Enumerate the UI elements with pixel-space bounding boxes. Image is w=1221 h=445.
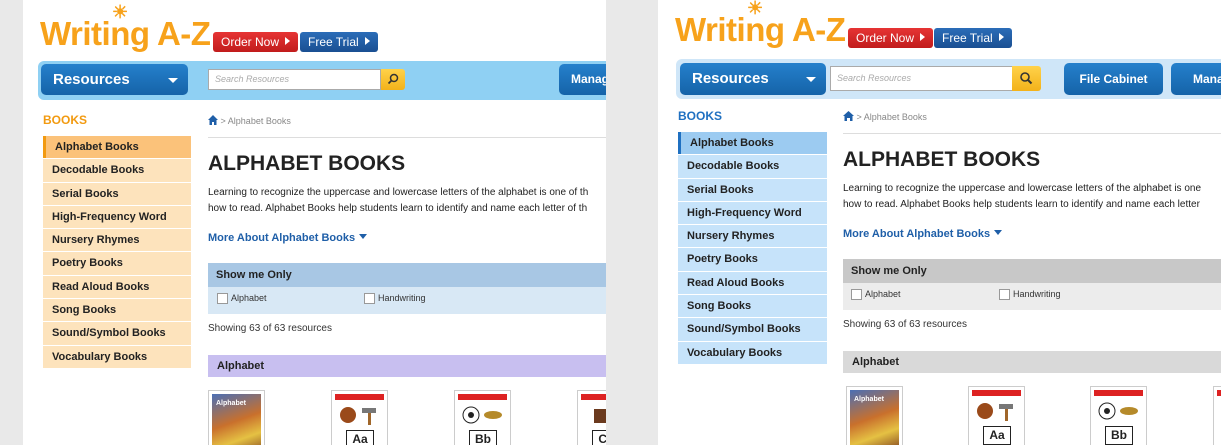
order-now-button[interactable]: Order Now — [213, 32, 299, 52]
book-art — [973, 399, 1020, 421]
checkbox-icon — [217, 293, 228, 304]
page-title: ALPHABET BOOKS — [843, 148, 1041, 171]
book-cover: Alphabet — [850, 390, 899, 445]
chevron-down-icon — [168, 78, 178, 83]
sidebar-item-song-books[interactable]: Song Books — [678, 295, 827, 318]
chevron-right-icon — [285, 37, 291, 45]
sidebar-item-vocabulary-books[interactable]: Vocabulary Books — [678, 341, 827, 364]
sidebar-heading: BOOKS — [43, 113, 88, 127]
book-art — [336, 403, 383, 425]
panel-right: ☀ Writing A-Z Order Now Free Trial Resou… — [658, 0, 1221, 445]
search-button[interactable] — [381, 69, 405, 90]
free-trial-button[interactable]: Free Trial — [300, 32, 378, 52]
free-trial-button[interactable]: Free Trial — [934, 28, 1012, 48]
sidebar-item-high-frequency-word[interactable]: High-Frequency Word — [678, 201, 827, 225]
sidebar-item-nursery-rhymes[interactable]: Nursery Rhymes — [678, 225, 827, 248]
sidebar-item-alphabet-books[interactable]: Alphabet Books — [678, 132, 827, 155]
filter-header: Show me Only — [208, 263, 606, 287]
sidebar-item-read-aloud-books[interactable]: Read Aloud Books — [43, 275, 191, 299]
sidebar: Alphabet Books Decodable Books Serial Book… — [678, 132, 827, 365]
panel-left: ☀ Writing A-Z Order Now Free Trial Resou… — [23, 0, 606, 445]
sun-icon: ☀ — [112, 2, 128, 22]
divider — [843, 133, 1221, 134]
breadcrumb-current[interactable]: Alphabet Books — [864, 112, 927, 122]
sidebar-item-nursery-rhymes[interactable]: Nursery Rhymes — [43, 229, 191, 252]
filter-header: Show me Only — [843, 259, 1221, 283]
filter-body: Alphabet Handwriting — [208, 287, 606, 314]
description: Learning to recognize the uppercase and … — [843, 183, 1202, 210]
sidebar-item-sound-symbol-books[interactable]: Sound/Symbol Books — [678, 318, 827, 341]
handwriting-checkbox[interactable]: Handwriting — [999, 289, 1061, 300]
book-card[interactable]: Bb — [454, 390, 511, 445]
book-art — [1095, 399, 1142, 421]
checkbox-icon — [364, 293, 375, 304]
chevron-down-icon — [806, 77, 816, 82]
sidebar-item-alphabet-books[interactable]: Alphabet Books — [43, 136, 191, 159]
sidebar-item-poetry-books[interactable]: Poetry Books — [678, 248, 827, 271]
book-cover: Alphabet — [212, 394, 261, 445]
sidebar-item-song-books[interactable]: Song Books — [43, 299, 191, 322]
search-input[interactable]: Search Resources — [830, 66, 1013, 91]
sidebar-item-sound-symbol-books[interactable]: Sound/Symbol Books — [43, 322, 191, 345]
alphabet-checkbox[interactable]: Alphabet — [851, 289, 901, 300]
chevron-right-icon — [998, 33, 1004, 41]
breadcrumb: > Alphabet Books — [208, 115, 291, 126]
caret-down-icon — [359, 234, 368, 239]
home-icon[interactable] — [208, 115, 218, 125]
page-title: ALPHABET BOOKS — [208, 152, 406, 175]
book-art — [459, 403, 506, 425]
section-header: Alphabet — [843, 351, 1221, 373]
section-header: Alphabet — [208, 355, 606, 377]
checkbox-icon — [999, 289, 1010, 300]
sidebar-item-poetry-books[interactable]: Poetry Books — [43, 252, 191, 275]
more-about-link[interactable]: More About Alphabet Books — [208, 232, 368, 244]
filter-body: Alphabet Handwriting — [843, 283, 1221, 310]
sidebar-item-vocabulary-books[interactable]: Vocabulary Books — [43, 345, 191, 368]
results-count: Showing 63 of 63 resources — [208, 323, 332, 334]
sidebar-item-serial-books[interactable]: Serial Books — [678, 178, 827, 201]
alphabet-checkbox[interactable]: Alphabet — [217, 293, 267, 304]
home-icon[interactable] — [843, 111, 854, 121]
resources-dropdown[interactable]: Resources — [680, 63, 826, 95]
search-input[interactable]: Search Resources — [208, 69, 381, 90]
sun-icon: ☀ — [747, 0, 763, 18]
manage-button[interactable]: Mana — [1171, 63, 1221, 95]
breadcrumb-current[interactable]: Alphabet Books — [228, 116, 291, 126]
file-cabinet-button[interactable]: File Cabinet — [1064, 63, 1163, 95]
search-button[interactable] — [1012, 66, 1041, 91]
book-art — [582, 403, 606, 425]
sidebar: Alphabet Books Decodable Books Serial Book… — [43, 136, 191, 369]
order-now-button[interactable]: Order Now — [848, 28, 934, 48]
breadcrumb: > Alphabet Books — [843, 111, 927, 122]
handwriting-checkbox[interactable]: Handwriting — [364, 293, 426, 304]
sidebar-item-high-frequency-word[interactable]: High-Frequency Word — [43, 205, 191, 229]
sidebar-item-decodable-books[interactable]: Decodable Books — [678, 155, 827, 178]
book-card[interactable]: Alphabet — [846, 386, 903, 445]
sidebar-heading: BOOKS — [678, 109, 723, 123]
search-icon — [387, 73, 399, 85]
checkbox-icon — [851, 289, 862, 300]
logo[interactable]: ☀ Writing A-Z — [40, 3, 211, 50]
chevron-right-icon — [364, 37, 370, 45]
book-card[interactable]: Alphabet — [208, 390, 265, 445]
sidebar-item-serial-books[interactable]: Serial Books — [43, 182, 191, 205]
book-card[interactable]: Aa — [331, 390, 388, 445]
book-card[interactable]: Bb — [1090, 386, 1147, 445]
results-count: Showing 63 of 63 resources — [843, 319, 967, 330]
book-card[interactable]: Aa — [968, 386, 1025, 445]
more-about-link[interactable]: More About Alphabet Books — [843, 228, 1003, 240]
sidebar-item-decodable-books[interactable]: Decodable Books — [43, 159, 191, 182]
sidebar-item-read-aloud-books[interactable]: Read Aloud Books — [678, 271, 827, 295]
chevron-right-icon — [920, 33, 926, 41]
manage-button[interactable]: Manag — [559, 64, 606, 95]
logo[interactable]: ☀ Writing A-Z — [675, 0, 846, 46]
resources-dropdown[interactable]: Resources — [41, 64, 188, 95]
book-card[interactable] — [1213, 386, 1221, 445]
caret-down-icon — [994, 230, 1003, 235]
description: Learning to recognize the uppercase and … — [208, 187, 589, 214]
book-card[interactable]: Cc — [577, 390, 606, 445]
search-icon — [1020, 72, 1033, 85]
divider — [208, 137, 606, 138]
